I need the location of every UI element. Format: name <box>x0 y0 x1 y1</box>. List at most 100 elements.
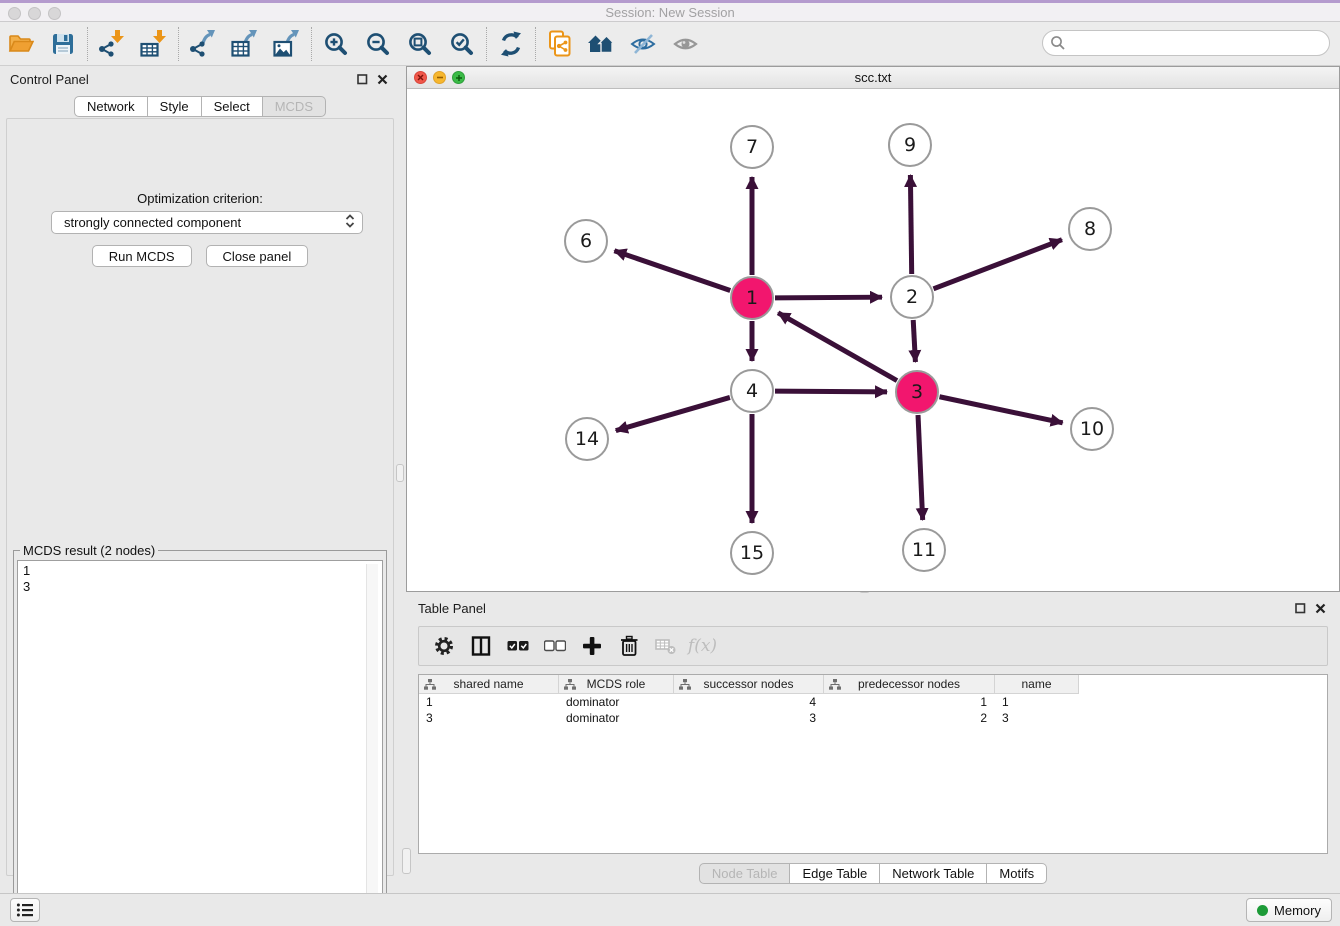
table-tab-motifs[interactable]: Motifs <box>987 863 1047 884</box>
table-float-button[interactable] <box>1292 600 1308 616</box>
table-cell[interactable]: 3 <box>419 710 559 726</box>
close-panel-pushbutton[interactable]: Close panel <box>206 245 309 267</box>
column-header-label: successor nodes <box>703 677 793 691</box>
network-graph[interactable]: 1 2 3 4 6 7 8 9 10 11 14 15 <box>407 89 1339 591</box>
edge-1-2[interactable] <box>775 297 882 298</box>
optimization-criterion-select[interactable]: strongly connected component <box>51 211 363 234</box>
zoom-fit-button[interactable] <box>399 25 441 63</box>
task-history-button[interactable] <box>10 898 40 922</box>
node-9[interactable]: 9 <box>889 124 931 166</box>
table-cell[interactable]: 3 <box>674 710 824 726</box>
deselect-all-button[interactable] <box>536 630 573 662</box>
table-tab-network-table[interactable]: Network Table <box>880 863 987 884</box>
table-cell[interactable]: 1 <box>419 694 559 710</box>
save-session-button[interactable] <box>42 25 84 63</box>
column-header-MCDS-role[interactable]: MCDS role <box>559 675 674 694</box>
copy-network-button[interactable] <box>539 25 581 63</box>
export-network-button[interactable] <box>182 25 224 63</box>
tab-network[interactable]: Network <box>74 96 148 117</box>
delete-table-icon <box>655 637 677 655</box>
column-header-name[interactable]: name <box>995 675 1079 694</box>
node-3[interactable]: 3 <box>896 371 938 413</box>
table-cell[interactable]: 2 <box>824 710 995 726</box>
column-header-label: MCDS role <box>587 677 646 691</box>
close-panel-button[interactable] <box>374 71 390 87</box>
edge-2-8[interactable] <box>933 240 1061 289</box>
toolbar-separator <box>535 27 536 61</box>
node-8[interactable]: 8 <box>1069 208 1111 250</box>
zoom-out-button[interactable] <box>357 25 399 63</box>
node-6[interactable]: 6 <box>565 220 607 262</box>
node-label: 10 <box>1080 418 1104 440</box>
node-4[interactable]: 4 <box>731 370 773 412</box>
select-all-button[interactable] <box>499 630 536 662</box>
edge-4-3[interactable] <box>775 391 887 392</box>
refresh-layout-button[interactable] <box>490 25 532 63</box>
table-settings-button[interactable] <box>425 630 462 662</box>
table-tabs: Node TableEdge TableNetwork TableMotifs <box>406 863 1340 884</box>
tree-icon <box>564 679 576 690</box>
network-canvas[interactable]: 1 2 3 4 6 7 8 9 10 11 14 15 <box>407 89 1339 591</box>
column-header-successor-nodes[interactable]: successor nodes <box>674 675 824 694</box>
show-columns-button[interactable] <box>462 630 499 662</box>
delete-table-button[interactable] <box>647 630 684 662</box>
mcds-result-text[interactable]: 13 <box>17 560 383 917</box>
tree-icon <box>829 679 841 690</box>
home-button[interactable] <box>581 25 623 63</box>
node-14[interactable]: 14 <box>566 418 608 460</box>
column-header-shared-name[interactable]: shared name <box>419 675 559 694</box>
edge-3-10[interactable] <box>940 397 1063 423</box>
edge-3-11[interactable] <box>918 415 923 520</box>
search-input[interactable] <box>1042 30 1330 56</box>
vertical-splitter-grip[interactable] <box>396 464 404 482</box>
home-icon <box>587 32 617 56</box>
table-cell[interactable]: 4 <box>674 694 824 710</box>
zoom-in-button[interactable] <box>315 25 357 63</box>
zoom-selected-button[interactable] <box>441 25 483 63</box>
node-10[interactable]: 10 <box>1071 408 1113 450</box>
hide-eye-button[interactable] <box>623 25 665 63</box>
open-session-button[interactable] <box>0 25 42 63</box>
show-eye-button[interactable] <box>665 25 707 63</box>
edge-1-6[interactable] <box>614 251 730 291</box>
export-table-button[interactable] <box>224 25 266 63</box>
table-row[interactable]: 1dominator411 <box>419 694 1327 710</box>
run-mcds-button[interactable]: Run MCDS <box>92 245 192 267</box>
tab-select[interactable]: Select <box>202 96 263 117</box>
table-tab-edge-table[interactable]: Edge Table <box>790 863 880 884</box>
table-row[interactable]: 3dominator323 <box>419 710 1327 726</box>
tree-icon <box>424 679 436 690</box>
chevron-updown-icon <box>344 213 356 232</box>
edge-3-1[interactable] <box>778 313 897 381</box>
node-2[interactable]: 2 <box>891 276 933 318</box>
delete-column-button[interactable] <box>610 630 647 662</box>
network-titlebar[interactable]: scc.txt <box>407 67 1339 89</box>
import-table-button[interactable] <box>133 25 175 63</box>
table-cell[interactable]: dominator <box>559 694 674 710</box>
table-cell[interactable]: 1 <box>824 694 995 710</box>
add-column-button[interactable] <box>573 630 610 662</box>
node-table[interactable]: shared name MCDS role successor nodes prede… <box>418 674 1328 854</box>
export-image-button[interactable] <box>266 25 308 63</box>
table-cell[interactable]: 1 <box>995 694 1079 710</box>
edge-2-9[interactable] <box>910 175 911 274</box>
table-cell[interactable]: 3 <box>995 710 1079 726</box>
edge-2-3[interactable] <box>913 320 915 362</box>
column-header-predecessor-nodes[interactable]: predecessor nodes <box>824 675 995 694</box>
node-1[interactable]: 1 <box>731 277 773 319</box>
edge-4-14[interactable] <box>616 397 730 430</box>
node-15[interactable]: 15 <box>731 532 773 574</box>
tab-style[interactable]: Style <box>148 96 202 117</box>
table-close-button[interactable] <box>1312 600 1328 616</box>
memory-button[interactable]: Memory <box>1246 898 1332 922</box>
result-scrollbar[interactable] <box>366 564 378 912</box>
import-network-button[interactable] <box>91 25 133 63</box>
function-builder-button[interactable]: f(x) <box>684 630 721 662</box>
tab-mcds[interactable]: MCDS <box>263 96 326 117</box>
node-7[interactable]: 7 <box>731 126 773 168</box>
table-cell[interactable]: dominator <box>559 710 674 726</box>
float-panel-button[interactable] <box>354 71 370 87</box>
table-tab-node-table[interactable]: Node Table <box>699 863 791 884</box>
node-11[interactable]: 11 <box>903 529 945 571</box>
import-table-icon <box>140 30 168 57</box>
